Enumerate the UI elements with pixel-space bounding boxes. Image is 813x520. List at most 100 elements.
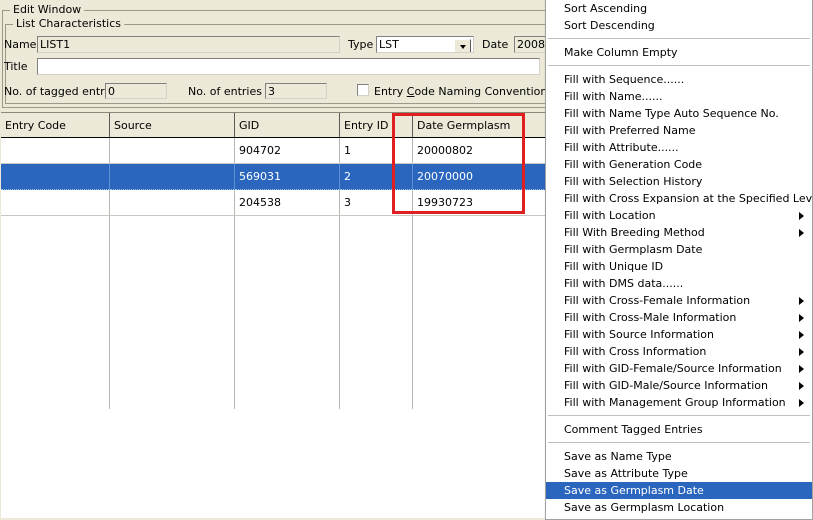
- cell-empty[interactable]: [234, 215, 340, 409]
- date-label: Date: [482, 38, 509, 51]
- menu-item-make-column-empty[interactable]: Make Column Empty: [546, 44, 812, 61]
- menu-item-fill-with-selection-history[interactable]: Fill with Selection History: [546, 173, 812, 190]
- submenu-arrow-icon: [799, 229, 804, 237]
- type-combobox[interactable]: LST: [376, 36, 474, 53]
- menu-item-fill-with-name-type-auto-sequence-no[interactable]: Fill with Name Type Auto Sequence No.: [546, 105, 812, 122]
- menu-item-save-as-germplasm-location[interactable]: Save as Germplasm Location: [546, 499, 812, 516]
- menu-item-label: Sort Descending: [564, 19, 655, 32]
- edit-window-groupbox-title: Edit Window: [10, 4, 85, 15]
- menu-item-fill-with-name[interactable]: Fill with Name......: [546, 88, 812, 105]
- entries-count-value: 3: [265, 83, 327, 99]
- submenu-arrow-icon: [799, 314, 804, 322]
- menu-item-label: Fill With Breeding Method: [564, 226, 705, 239]
- menu-item-label: Fill with Management Group Information: [564, 396, 786, 409]
- menu-item-label: Make Column Empty: [564, 46, 678, 59]
- menu-item-label: Fill with DMS data......: [564, 277, 684, 290]
- column-header-entry-code[interactable]: Entry Code: [1, 113, 110, 138]
- menu-item-comment-tagged-entries[interactable]: Comment Tagged Entries: [546, 421, 812, 438]
- menu-item-fill-with-attribute[interactable]: Fill with Attribute......: [546, 139, 812, 156]
- menu-item-fill-with-cross-information[interactable]: Fill with Cross Information: [546, 343, 812, 360]
- title-input[interactable]: [37, 58, 540, 75]
- menu-item-sort-descending[interactable]: Sort Descending: [546, 17, 812, 34]
- cell-source[interactable]: [109, 189, 235, 216]
- submenu-arrow-icon: [799, 348, 804, 356]
- cell-gid[interactable]: 904702: [234, 137, 340, 164]
- menu-item-label: Fill with Generation Code: [564, 158, 703, 171]
- menu-item-fill-with-germplasm-date[interactable]: Fill with Germplasm Date: [546, 241, 812, 258]
- menu-item-label: Fill with Name Type Auto Sequence No.: [564, 107, 779, 120]
- menu-item-label: Fill with GID-Female/Source Information: [564, 362, 782, 375]
- menu-item-sort-ascending[interactable]: Sort Ascending: [546, 0, 812, 17]
- menu-item-label: Save as Name Type: [564, 450, 672, 463]
- column-header-source[interactable]: Source: [109, 113, 235, 138]
- menu-separator: [548, 65, 810, 67]
- menu-item-fill-with-preferred-name[interactable]: Fill with Preferred Name: [546, 122, 812, 139]
- chevron-down-icon[interactable]: [454, 39, 471, 52]
- menu-item-label: Fill with Attribute......: [564, 141, 679, 154]
- menu-item-fill-with-gid-female-source-information[interactable]: Fill with GID-Female/Source Information: [546, 360, 812, 377]
- cell-date-germplasm[interactable]: 20070000: [412, 163, 563, 190]
- menu-item-fill-with-location[interactable]: Fill with Location: [546, 207, 812, 224]
- name-input[interactable]: LIST1: [37, 36, 340, 53]
- menu-item-fill-with-cross-female-information[interactable]: Fill with Cross-Female Information: [546, 292, 812, 309]
- menu-item-label: Fill with Cross Expansion at the Specifi…: [564, 192, 813, 205]
- submenu-arrow-icon: [799, 297, 804, 305]
- menu-item-label: Fill with Name......: [564, 90, 663, 103]
- menu-item-label: Fill with Cross-Male Information: [564, 311, 737, 324]
- entry-code-naming-convention-checkbox[interactable]: [357, 84, 369, 96]
- menu-separator: [548, 415, 810, 417]
- cell-entry-code[interactable]: [1, 189, 110, 216]
- submenu-arrow-icon: [799, 331, 804, 339]
- cell-date-germplasm[interactable]: 19930723: [412, 189, 563, 216]
- cell-empty[interactable]: [339, 215, 413, 409]
- menu-item-label: Fill with Sequence......: [564, 73, 685, 86]
- cell-source[interactable]: [109, 163, 235, 190]
- menu-item-fill-with-breeding-method[interactable]: Fill With Breeding Method: [546, 224, 812, 241]
- menu-item-label: Save as Attribute Type: [564, 467, 688, 480]
- cell-empty[interactable]: [109, 215, 235, 409]
- menu-item-fill-with-dms-data[interactable]: Fill with DMS data......: [546, 275, 812, 292]
- cell-gid[interactable]: 204538: [234, 189, 340, 216]
- application-window: Edit Window List Characteristics Name LI…: [0, 0, 813, 520]
- menu-item-label: Fill with Unique ID: [564, 260, 664, 273]
- menu-item-save-as-attribute-type[interactable]: Save as Attribute Type: [546, 465, 812, 482]
- cell-entry-id[interactable]: 1: [339, 137, 413, 164]
- menu-item-label: Fill with Selection History: [564, 175, 703, 188]
- cell-entry-code[interactable]: [1, 137, 110, 164]
- column-header-date-germplasm[interactable]: Date Germplasm: [412, 113, 563, 138]
- column-context-menu[interactable]: Sort Ascending Sort Descending Make Column…: [545, 0, 813, 520]
- menu-item-label: Fill with Location: [564, 209, 656, 222]
- menu-item-fill-with-cross-expansion-at-the-specified-level[interactable]: Fill with Cross Expansion at the Specifi…: [546, 190, 812, 207]
- cell-entry-id[interactable]: 2: [339, 163, 413, 190]
- menu-item-label: Fill with Preferred Name: [564, 124, 696, 137]
- menu-item-label: Comment Tagged Entries: [564, 423, 703, 436]
- list-characteristics-groupbox-title: List Characteristics: [13, 18, 124, 29]
- menu-item-save-as-name-type[interactable]: Save as Name Type: [546, 448, 812, 465]
- menu-separator: [548, 442, 810, 444]
- entries-count-label: No. of entries: [188, 85, 262, 98]
- column-header-entry-id[interactable]: Entry ID: [339, 113, 413, 138]
- cell-source[interactable]: [109, 137, 235, 164]
- cell-entry-code[interactable]: [1, 163, 110, 190]
- menu-item-fill-with-generation-code[interactable]: Fill with Generation Code: [546, 156, 812, 173]
- cell-empty[interactable]: [1, 215, 110, 409]
- menu-item-fill-with-source-information[interactable]: Fill with Source Information: [546, 326, 812, 343]
- cell-empty[interactable]: [412, 215, 563, 409]
- column-header-gid[interactable]: GID: [234, 113, 340, 138]
- menu-item-save-as-germplasm-date[interactable]: Save as Germplasm Date: [546, 482, 812, 499]
- menu-item-label: Sort Ascending: [564, 2, 648, 15]
- menu-item-fill-with-gid-male-source-information[interactable]: Fill with GID-Male/Source Information: [546, 377, 812, 394]
- menu-item-fill-with-unique-id[interactable]: Fill with Unique ID: [546, 258, 812, 275]
- menu-separator: [548, 38, 810, 40]
- tagged-entries-value: 0: [105, 83, 167, 99]
- menu-item-label: Fill with Cross-Female Information: [564, 294, 751, 307]
- menu-item-fill-with-cross-male-information[interactable]: Fill with Cross-Male Information: [546, 309, 812, 326]
- cell-date-germplasm[interactable]: 20000802: [412, 137, 563, 164]
- cell-entry-id[interactable]: 3: [339, 189, 413, 216]
- cell-gid[interactable]: 569031: [234, 163, 340, 190]
- menu-item-label: Save as Germplasm Date: [564, 484, 704, 497]
- menu-item-fill-with-sequence[interactable]: Fill with Sequence......: [546, 71, 812, 88]
- menu-item-fill-with-management-group-information[interactable]: Fill with Management Group Information: [546, 394, 812, 411]
- name-label: Name: [4, 38, 37, 51]
- submenu-arrow-icon: [799, 212, 804, 220]
